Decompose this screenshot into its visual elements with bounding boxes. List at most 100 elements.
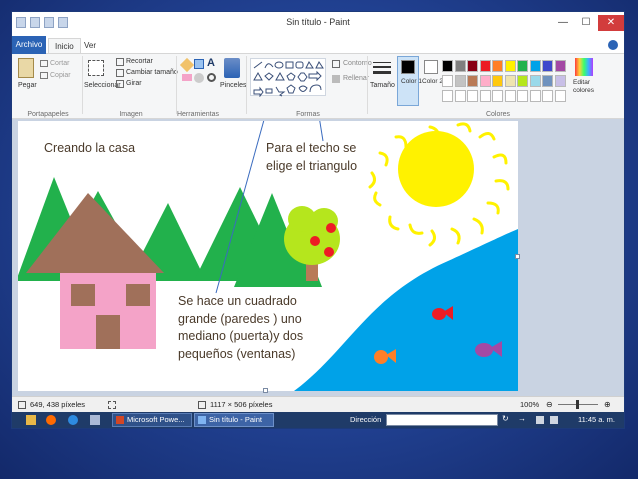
- palette-swatch[interactable]: [529, 90, 541, 102]
- shapes-gallery[interactable]: [250, 58, 326, 98]
- rotate-icon: [116, 80, 124, 88]
- edit-colors-icon[interactable]: [575, 58, 593, 76]
- palette-swatch[interactable]: [442, 60, 453, 72]
- palette-swatch[interactable]: [504, 60, 516, 72]
- firefox-icon[interactable]: [46, 415, 56, 425]
- palette-swatch[interactable]: [467, 60, 478, 72]
- tools-icon[interactable]: [90, 415, 100, 425]
- zoom-out-icon[interactable]: ⊖: [546, 400, 553, 409]
- palette-swatch[interactable]: [454, 75, 466, 87]
- network-icon: [536, 416, 544, 424]
- taskbar-app1-label: Microsoft Powe...: [127, 415, 185, 424]
- palette-swatch[interactable]: [504, 90, 516, 102]
- address-label: Dirección: [350, 415, 382, 424]
- close-button[interactable]: ✕: [598, 15, 624, 31]
- resize-button[interactable]: Cambiar tamaño: [126, 69, 178, 76]
- refresh-icon[interactable]: ↻: [502, 414, 509, 423]
- palette-swatch[interactable]: [517, 75, 528, 87]
- save-icon[interactable]: [30, 17, 40, 28]
- canvas-size: 1117 × 506 píxeles: [210, 400, 273, 409]
- canvas-resize-handle[interactable]: [515, 254, 520, 259]
- size-icon[interactable]: [373, 60, 391, 76]
- ie-icon[interactable]: [68, 415, 78, 425]
- palette-swatch[interactable]: [454, 60, 466, 72]
- tab-home[interactable]: Inicio: [48, 38, 81, 53]
- tools-group-label: Herramientas: [176, 111, 219, 118]
- taskbar-powerpoint[interactable]: Microsoft Powe...: [112, 413, 192, 427]
- separator: [176, 56, 177, 114]
- palette-swatch[interactable]: [529, 60, 541, 72]
- color2-swatch[interactable]: [424, 60, 438, 74]
- palette-swatch[interactable]: [454, 90, 466, 102]
- address-input[interactable]: [386, 414, 498, 426]
- tab-view[interactable]: Ver: [78, 38, 102, 53]
- color-palette: [442, 60, 568, 106]
- cut-button[interactable]: Cortar: [50, 60, 69, 67]
- maximize-button[interactable]: ☐: [575, 15, 597, 31]
- palette-swatch[interactable]: [554, 60, 566, 72]
- explorer-icon[interactable]: [26, 415, 36, 425]
- ribbon-tabs: [12, 36, 624, 54]
- zoom-slider-thumb[interactable]: [576, 400, 579, 409]
- crop-icon: [116, 58, 124, 66]
- size-button[interactable]: Tamaño: [370, 82, 395, 89]
- palette-swatch[interactable]: [492, 60, 503, 72]
- palette-swatch[interactable]: [467, 75, 478, 87]
- zoom-in-icon[interactable]: ⊕: [604, 400, 611, 409]
- palette-swatch[interactable]: [542, 90, 553, 102]
- color2-label: Color 2: [422, 78, 443, 85]
- palette-swatch[interactable]: [529, 75, 541, 87]
- arrow-to-square: [215, 121, 265, 294]
- palette-swatch[interactable]: [442, 90, 453, 102]
- palette-swatch[interactable]: [504, 75, 516, 87]
- edit-colors-button[interactable]: Editar colores: [573, 79, 599, 95]
- paste-button[interactable]: Pegar: [18, 82, 37, 89]
- drawing-canvas[interactable]: Creando la casa Para el techo se elige e…: [18, 121, 518, 391]
- annotation-arrows: [215, 121, 324, 294]
- pencil-icon[interactable]: [179, 57, 195, 73]
- help-icon[interactable]: [608, 40, 618, 50]
- undo-icon[interactable]: [44, 17, 54, 28]
- palette-swatch[interactable]: [442, 75, 453, 87]
- palette-swatch[interactable]: [542, 60, 553, 72]
- copy-button[interactable]: Copiar: [50, 72, 71, 79]
- palette-swatch[interactable]: [542, 75, 553, 87]
- rotate-button[interactable]: Girar: [126, 80, 142, 87]
- palette-swatch[interactable]: [479, 75, 491, 87]
- brush-icon[interactable]: [224, 58, 240, 78]
- brushes-button[interactable]: Pinceles: [220, 82, 246, 89]
- palette-swatch[interactable]: [517, 60, 528, 72]
- canvas-resize-handle[interactable]: [263, 388, 268, 393]
- palette-swatch[interactable]: [492, 90, 503, 102]
- palette-swatch[interactable]: [479, 60, 491, 72]
- paint-icon: [198, 416, 206, 424]
- palette-swatch[interactable]: [479, 90, 491, 102]
- color-picker-icon[interactable]: [194, 73, 204, 83]
- fill-shape-icon: [332, 75, 340, 83]
- powerpoint-icon: [116, 416, 124, 424]
- separator: [367, 56, 368, 114]
- selection-icon: [108, 401, 116, 409]
- palette-swatch[interactable]: [517, 90, 528, 102]
- palette-swatch[interactable]: [492, 75, 503, 87]
- palette-swatch[interactable]: [467, 90, 478, 102]
- separator: [246, 56, 247, 114]
- minimize-button[interactable]: —: [552, 15, 574, 31]
- go-arrow-icon[interactable]: →: [518, 414, 526, 423]
- taskbar-paint[interactable]: Sin título - Paint: [194, 413, 274, 427]
- text-tool-icon[interactable]: A: [207, 57, 215, 69]
- eraser-icon[interactable]: [182, 74, 192, 81]
- select-icon[interactable]: [88, 60, 104, 76]
- tab-file[interactable]: Archivo: [12, 36, 46, 54]
- fill-dropdown[interactable]: Rellenar: [343, 75, 369, 82]
- colors-group-label: Colores: [485, 111, 511, 118]
- color1-swatch: [401, 60, 415, 74]
- paste-icon[interactable]: [18, 58, 34, 78]
- shapes-icons: [253, 61, 324, 98]
- crop-button[interactable]: Recortar: [126, 58, 153, 65]
- palette-swatch[interactable]: [554, 90, 566, 102]
- redo-icon[interactable]: [58, 17, 68, 28]
- fill-icon[interactable]: [194, 59, 204, 69]
- palette-swatch[interactable]: [554, 75, 566, 87]
- magnifier-icon[interactable]: [207, 73, 216, 82]
